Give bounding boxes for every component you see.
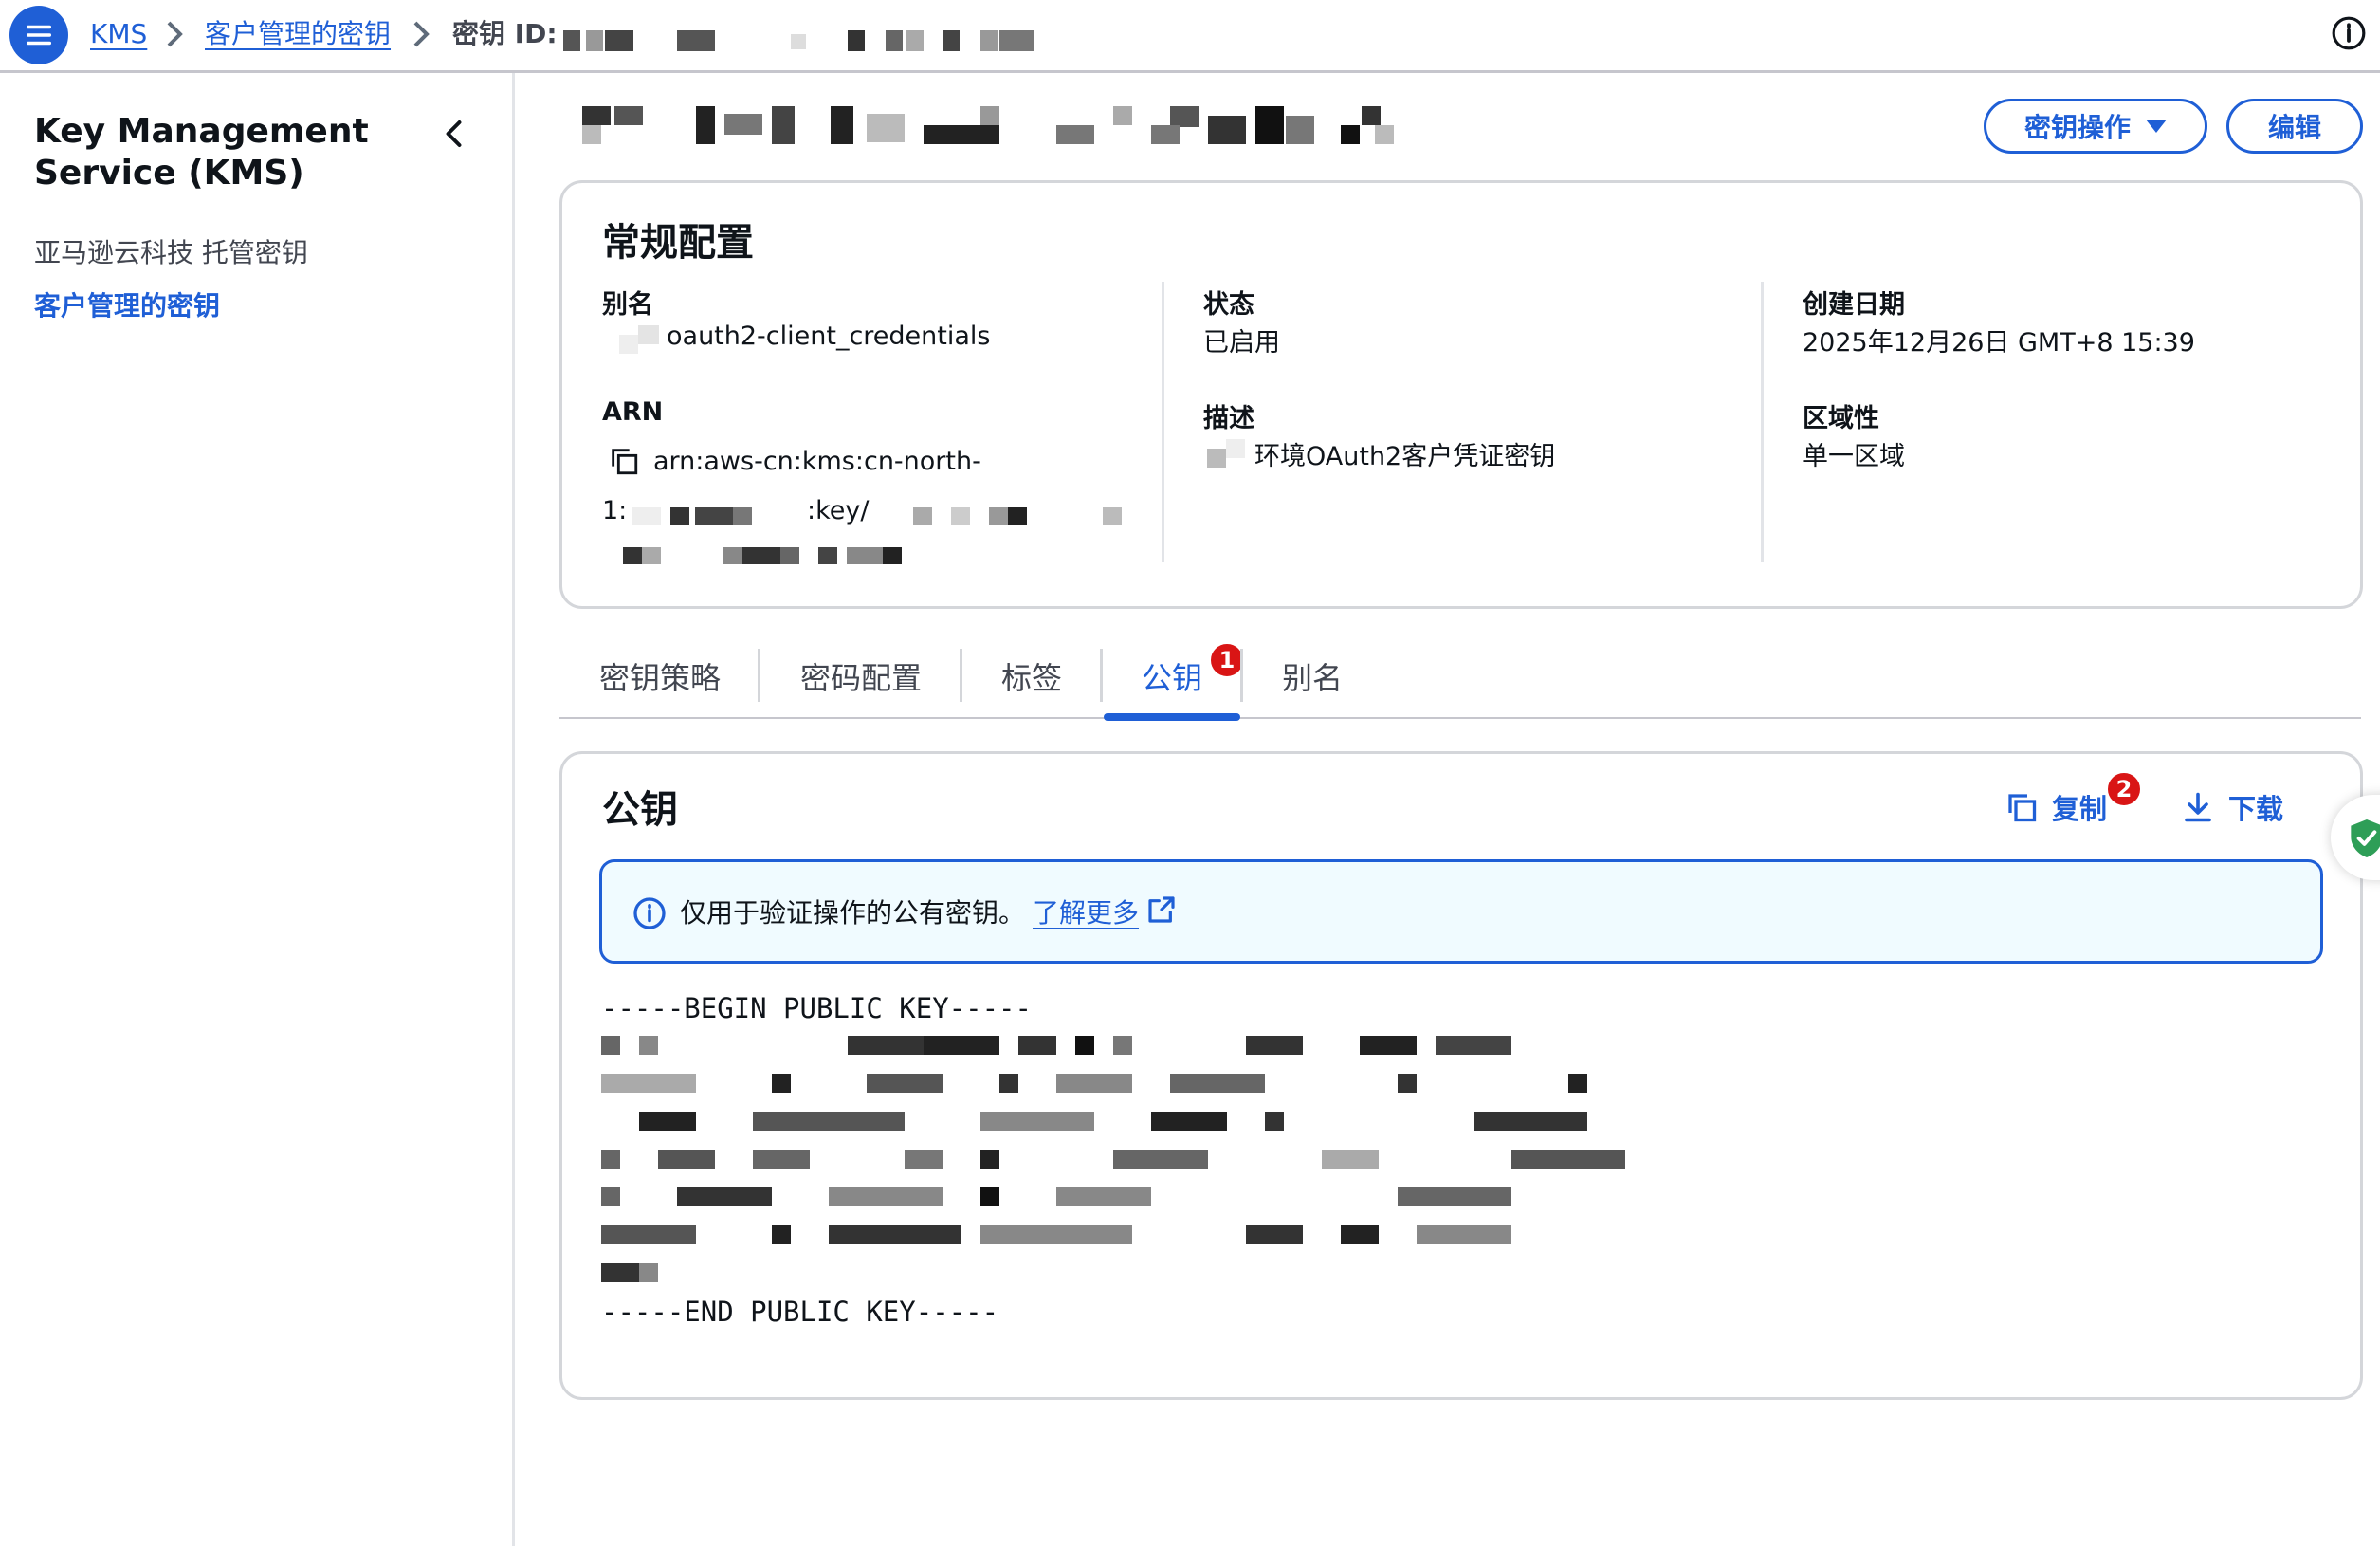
caret-down-icon bbox=[2146, 120, 2167, 133]
shield-check-icon bbox=[2351, 819, 2380, 857]
copy-icon bbox=[2008, 794, 2037, 822]
tab-divider bbox=[1240, 649, 1243, 702]
redacted-arn bbox=[623, 496, 1179, 581]
public-key-title: 公钥 bbox=[602, 788, 678, 832]
learn-more-link[interactable]: 了解更多 bbox=[1033, 893, 1139, 930]
key-actions-button[interactable]: 密钥操作 bbox=[1984, 99, 2207, 154]
sidebar-item-customer-managed-keys[interactable]: 客户管理的密钥 bbox=[34, 285, 220, 323]
download-button[interactable]: 下载 bbox=[2181, 787, 2283, 827]
info-alert-text: 仅用于验证操作的公有密钥。 bbox=[680, 897, 1026, 929]
redacted-alias-prefix bbox=[619, 325, 665, 354]
column-divider bbox=[1162, 282, 1164, 562]
tab-aliases[interactable]: 别名 bbox=[1282, 654, 1343, 698]
description-label: 描述 bbox=[1203, 404, 1254, 433]
tab-public-key[interactable]: 公钥 bbox=[1142, 654, 1202, 698]
active-tab-indicator bbox=[1104, 713, 1240, 721]
edit-button[interactable]: 编辑 bbox=[2226, 99, 2363, 154]
info-icon[interactable] bbox=[2331, 15, 2367, 51]
status-value: 已启用 bbox=[1203, 328, 1280, 358]
chevron-right-icon bbox=[163, 19, 186, 49]
status-label: 状态 bbox=[1203, 290, 1254, 320]
arn-value-line1: arn:aws-cn:kms:cn-north- bbox=[653, 447, 981, 476]
created-label: 创建日期 bbox=[1803, 290, 1905, 320]
redacted-key-id bbox=[563, 28, 1037, 53]
download-label: 下载 bbox=[2228, 793, 2284, 825]
tabs-rule bbox=[559, 717, 2361, 719]
created-value: 2025年12月26日 GMT+8 15:39 bbox=[1803, 328, 2195, 358]
description-value: 环境OAuth2客户凭证密钥 bbox=[1254, 442, 1556, 471]
sidebar: Key Management Service (KMS) 亚马逊云科技 托管密钥… bbox=[0, 73, 515, 1546]
tab-divider bbox=[960, 649, 962, 702]
top-bar: KMS 客户管理的密钥 密钥 ID: bbox=[0, 0, 2380, 73]
breadcrumb-key-id: 密钥 ID: bbox=[452, 18, 558, 49]
public-key-begin: -----BEGIN PUBLIC KEY----- bbox=[601, 992, 1032, 1024]
general-config-panel: 常规配置 别名 oauth2-client_credentials ARN ar… bbox=[559, 180, 2363, 609]
copy-badge: 2 bbox=[2105, 770, 2143, 808]
edit-label: 编辑 bbox=[2267, 112, 2321, 143]
copy-button[interactable]: 复制 bbox=[2005, 787, 2107, 827]
column-divider bbox=[1761, 282, 1764, 562]
arn-value-prefix: 1: bbox=[602, 496, 628, 525]
arn-label: ARN bbox=[602, 397, 664, 427]
info-icon bbox=[633, 897, 666, 929]
copy-icon[interactable] bbox=[608, 445, 640, 477]
regionality-value: 单一区域 bbox=[1803, 442, 1905, 471]
breadcrumb-kms[interactable]: KMS bbox=[90, 15, 147, 53]
alias-label: 别名 bbox=[602, 290, 653, 320]
tab-cryptographic-config[interactable]: 密码配置 bbox=[800, 654, 922, 698]
menu-button[interactable] bbox=[9, 6, 68, 64]
tab-tags[interactable]: 标签 bbox=[1001, 654, 1062, 698]
sidebar-title: Key Management Service (KMS) bbox=[34, 112, 369, 193]
regionality-label: 区域性 bbox=[1803, 404, 1879, 433]
redacted-description-prefix bbox=[1207, 439, 1245, 468]
redacted-page-title bbox=[582, 104, 1398, 148]
chevron-right-icon bbox=[410, 19, 432, 49]
redacted-public-key-body bbox=[601, 1034, 1635, 1282]
key-actions-label: 密钥操作 bbox=[2023, 112, 2131, 143]
breadcrumb-customer-keys[interactable]: 客户管理的密钥 bbox=[205, 15, 391, 53]
download-icon bbox=[2185, 792, 2211, 822]
info-alert: 仅用于验证操作的公有密钥。 了解更多 bbox=[599, 859, 2323, 964]
general-config-title: 常规配置 bbox=[602, 221, 754, 265]
sidebar-item-aws-managed-keys[interactable]: 亚马逊云科技 托管密钥 bbox=[34, 232, 308, 270]
tab-divider bbox=[1100, 649, 1103, 702]
chevron-left-icon[interactable] bbox=[438, 117, 472, 151]
copy-label: 复制 bbox=[2052, 793, 2108, 825]
external-link-icon[interactable] bbox=[1146, 894, 1177, 925]
alias-value: oauth2-client_credentials bbox=[667, 322, 991, 351]
menu-icon bbox=[26, 25, 52, 46]
public-key-end: -----END PUBLIC KEY----- bbox=[601, 1296, 999, 1328]
tab-divider bbox=[758, 649, 760, 702]
tab-key-policy[interactable]: 密钥策略 bbox=[599, 654, 721, 698]
